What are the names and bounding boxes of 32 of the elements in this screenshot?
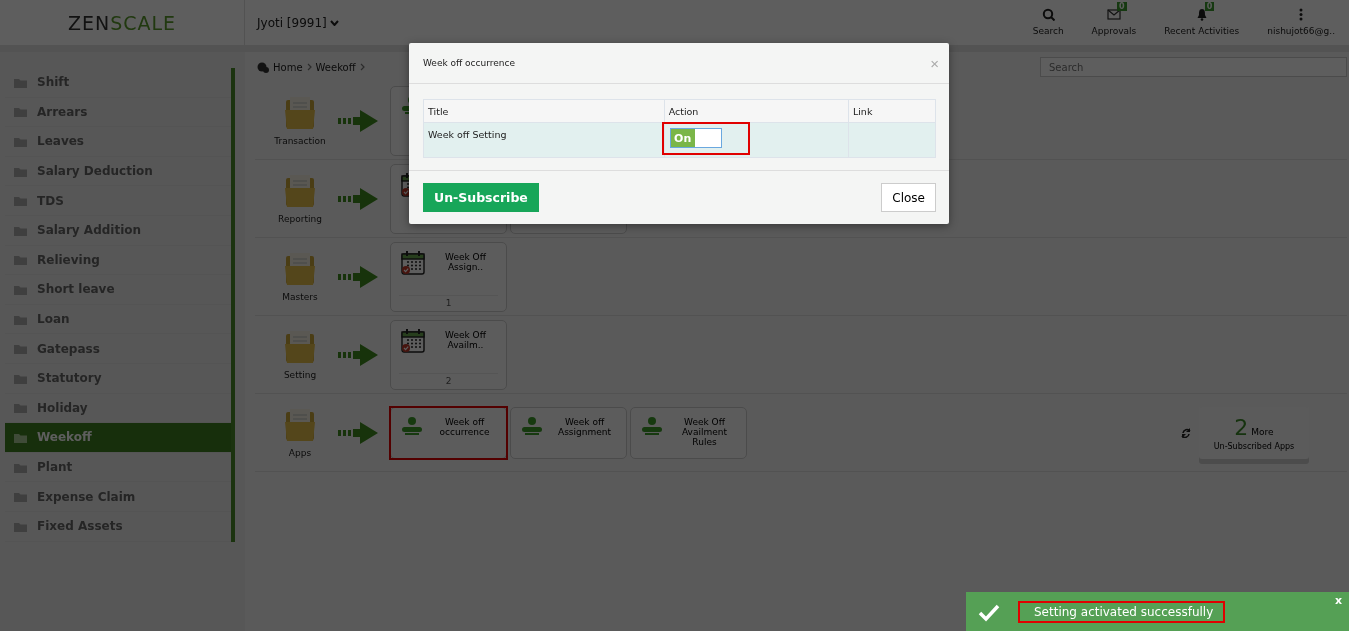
section-label: Reporting: [278, 213, 322, 224]
column-header: Action: [664, 99, 849, 123]
table-cell: Week off Setting: [423, 122, 665, 158]
section-label: Setting: [283, 369, 317, 380]
header-button[interactable]: Approvals 0: [1077, 1, 1151, 38]
section-label: Masters: [282, 291, 318, 302]
app-tile[interactable]: Week off occurrence: [390, 406, 507, 459]
section-label: Apps: [288, 447, 312, 458]
user-dropdown[interactable]: Jyoti [9991]: [257, 15, 327, 30]
column-header: Title: [423, 99, 665, 123]
breadcrumb-link[interactable]: Home: [273, 61, 303, 73]
close-button[interactable]: x: [1334, 594, 1342, 607]
logo: ZENSCALE: [67, 11, 177, 34]
header-button[interactable]: Recent Activities 0: [1150, 1, 1254, 38]
app-tile[interactable]: Week Off Assign.. 1: [390, 241, 507, 312]
column-header: Link: [848, 99, 936, 123]
toast-message: Setting activated successfully: [1034, 604, 1214, 619]
dialog-title: Week off occurrence: [423, 58, 515, 68]
user-menu-button[interactable]: nishujot66@g..: [1253, 1, 1349, 38]
count-badge: 0: [1204, 2, 1215, 11]
header-button[interactable]: Search: [1018, 1, 1078, 38]
breadcrumb-link[interactable]: Weekoff: [315, 61, 356, 73]
sidebar-item[interactable]: Weekoff: [5, 423, 231, 453]
app-tile[interactable]: Week Off Availm.. 2: [390, 319, 507, 390]
app-tile[interactable]: Week Off Availment Rules: [630, 406, 747, 459]
toggle-switch[interactable]: On: [669, 128, 722, 148]
section-label: Transaction: [274, 135, 326, 146]
close-button[interactable]: Close: [881, 183, 936, 212]
unsubscribe-button[interactable]: Un-Subscribe: [423, 183, 539, 212]
count-badge: 0: [1116, 2, 1127, 11]
close-button[interactable]: ×: [930, 54, 939, 72]
app-tile[interactable]: Week off Assignment: [510, 406, 627, 459]
